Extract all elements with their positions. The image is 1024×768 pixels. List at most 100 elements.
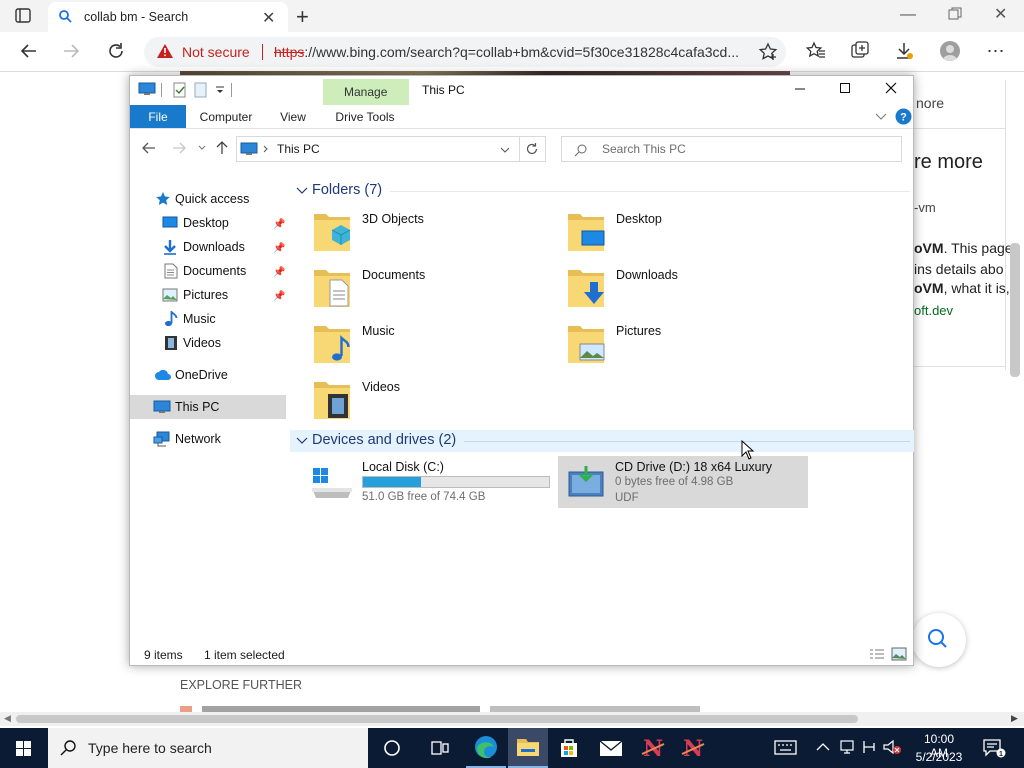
new-tab-button[interactable]: +: [296, 4, 309, 30]
minimize-window-icon[interactable]: [794, 82, 806, 94]
search-box[interactable]: Search This PC: [561, 136, 902, 162]
network-tray-icon[interactable]: [838, 738, 856, 756]
recent-locations-icon[interactable]: [198, 145, 206, 151]
collapse-chevron-icon[interactable]: [296, 437, 308, 445]
folder-3d-objects[interactable]: 3D Objects: [312, 208, 552, 256]
ribbon-tab-computer[interactable]: Computer: [192, 105, 260, 129]
download-arrow-icon: [162, 239, 178, 255]
details-view-icon[interactable]: [869, 648, 885, 660]
file-explorer-taskbar-icon[interactable]: [508, 728, 548, 768]
right-panel-divider: [914, 128, 1006, 129]
page-scrollbar-thumb[interactable]: [1010, 243, 1020, 377]
folder-music[interactable]: Music: [312, 320, 552, 368]
nav-network[interactable]: Network: [130, 427, 286, 451]
large-icons-view-icon[interactable]: [891, 647, 907, 661]
nav-quick-access[interactable]: Quick access: [130, 187, 286, 211]
ribbon-tab-drive-tools[interactable]: Drive Tools: [327, 105, 403, 129]
ribbon-tab-file[interactable]: File: [130, 105, 186, 129]
downloads-icon[interactable]: [888, 35, 920, 67]
new-folder-qat-icon[interactable]: [194, 82, 208, 98]
restore-browser-icon[interactable]: [948, 7, 962, 21]
pin-icon[interactable]: 📌: [273, 237, 285, 261]
ribbon-expand-icon[interactable]: [875, 113, 887, 121]
address-bar[interactable]: Not secure https://www.bing.com/search?q…: [144, 37, 786, 67]
nav-downloads[interactable]: Downloads 📌: [130, 235, 286, 259]
collections-icon[interactable]: [844, 35, 876, 67]
warning-icon[interactable]: [156, 43, 174, 59]
folders-group-header[interactable]: Folders (7): [290, 180, 912, 202]
nav-pictures[interactable]: Pictures 📌: [130, 283, 286, 307]
properties-qat-icon[interactable]: [173, 82, 187, 98]
add-favorite-icon[interactable]: [758, 42, 778, 62]
folder-downloads[interactable]: Downloads: [566, 264, 806, 312]
url-text[interactable]: https://www.bing.com/search?q=collab+bm&…: [274, 44, 739, 60]
notifications-icon[interactable]: 1: [982, 738, 1006, 758]
start-button[interactable]: [0, 728, 48, 768]
qat-dropdown-icon[interactable]: [215, 85, 225, 95]
forward-icon[interactable]: [56, 35, 88, 67]
ribbon-tab-view[interactable]: View: [270, 105, 316, 129]
pin-icon[interactable]: 📌: [273, 213, 285, 237]
nav-videos[interactable]: Videos: [130, 331, 286, 355]
nav-forward-icon[interactable]: [172, 142, 186, 154]
close-tab-icon[interactable]: ✕: [262, 8, 275, 28]
scroll-left-icon[interactable]: ◀: [4, 713, 11, 724]
app-taskbar-icon-1[interactable]: N: [634, 728, 672, 768]
favorites-icon[interactable]: [800, 35, 832, 67]
store-taskbar-icon[interactable]: [550, 728, 588, 768]
refresh-address-button[interactable]: [519, 136, 546, 162]
maximize-window-icon[interactable]: [839, 82, 851, 94]
task-view-icon[interactable]: [420, 728, 458, 768]
nav-music[interactable]: Music: [130, 307, 286, 331]
volume-muted-icon[interactable]: [882, 738, 902, 756]
drive-cd[interactable]: CD Drive (D:) 18 x64 Luxury 0 bytes free…: [558, 456, 808, 508]
horizontal-scrollbar[interactable]: ◀ ▶: [0, 712, 1024, 726]
app-taskbar-icon-2[interactable]: N: [674, 728, 712, 768]
breadcrumb-separator-icon[interactable]: [263, 145, 269, 153]
help-icon[interactable]: ?: [895, 108, 912, 125]
edge-taskbar-icon[interactable]: [466, 728, 506, 768]
close-window-icon[interactable]: [885, 82, 897, 94]
nav-back-icon[interactable]: [142, 142, 156, 154]
folder-pictures[interactable]: Pictures: [566, 320, 806, 368]
breadcrumb-this-pc[interactable]: This PC: [277, 142, 320, 156]
profile-avatar[interactable]: [940, 41, 960, 61]
mail-taskbar-icon[interactable]: [592, 728, 630, 768]
collapse-chevron-icon[interactable]: [296, 187, 308, 195]
drive-local-disk[interactable]: Local Disk (C:) 51.0 GB free of 74.4 GB: [308, 456, 552, 508]
drive-c-name: Local Disk (C:): [362, 460, 444, 474]
tab-actions-icon[interactable]: [12, 6, 34, 26]
folder-videos[interactable]: Videos: [312, 376, 552, 424]
pin-icon[interactable]: 📌: [273, 261, 285, 285]
floating-search-button[interactable]: [912, 613, 966, 667]
snippet-more[interactable]: nore: [916, 95, 944, 111]
nav-documents[interactable]: Documents 📌: [130, 259, 286, 283]
browser-tab[interactable]: collab bm - Search ✕: [48, 2, 288, 32]
address-dropdown-icon[interactable]: [500, 147, 510, 153]
ime-tray-icon[interactable]: [860, 738, 878, 756]
folders-header-label: Folders (7): [312, 182, 383, 198]
refresh-icon[interactable]: [100, 35, 132, 67]
more-menu-icon[interactable]: ⋯: [980, 35, 1012, 67]
show-hidden-icons-icon[interactable]: [816, 742, 830, 752]
back-icon[interactable]: [12, 35, 44, 67]
folder-documents[interactable]: Documents: [312, 264, 552, 312]
cortana-icon[interactable]: [374, 728, 410, 768]
not-secure-label[interactable]: Not secure: [182, 44, 250, 60]
nav-desktop[interactable]: Desktop 📌: [130, 211, 286, 235]
devices-group-header[interactable]: Devices and drives (2): [290, 430, 914, 452]
hscroll-thumb[interactable]: [16, 715, 858, 723]
keyboard-tray-icon[interactable]: [774, 738, 798, 756]
nav-this-pc[interactable]: This PC: [130, 395, 286, 419]
snippet-link[interactable]: oft.dev: [914, 303, 953, 318]
up-icon[interactable]: [216, 141, 228, 155]
address-box[interactable]: This PC: [236, 136, 546, 162]
taskbar-search-box[interactable]: Type here to search: [48, 728, 368, 768]
clock-date[interactable]: 5/2/2023: [914, 750, 964, 764]
nav-onedrive[interactable]: OneDrive: [130, 363, 286, 387]
folder-desktop[interactable]: Desktop: [566, 208, 806, 256]
scroll-right-icon[interactable]: ▶: [1011, 713, 1018, 724]
pin-icon[interactable]: 📌: [273, 285, 285, 309]
minimize-browser-icon[interactable]: —: [900, 6, 916, 24]
close-browser-icon[interactable]: ✕: [994, 4, 1007, 24]
